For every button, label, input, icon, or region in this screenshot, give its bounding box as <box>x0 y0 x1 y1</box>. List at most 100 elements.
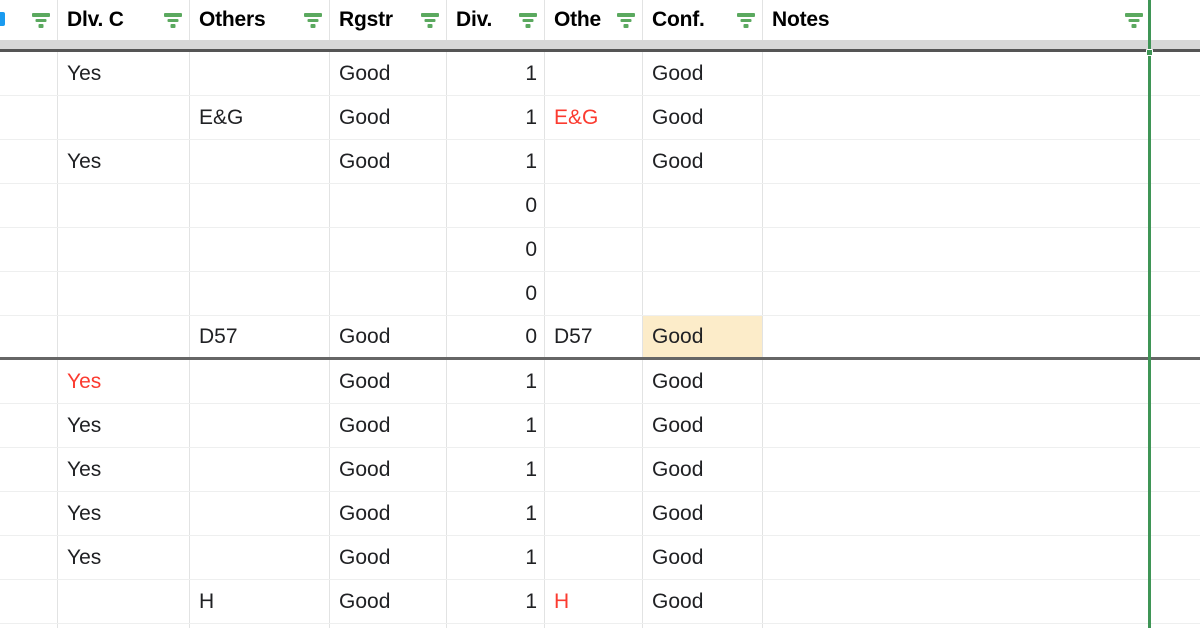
table-cell[interactable]: 1 <box>447 404 545 447</box>
table-cell[interactable] <box>190 624 330 628</box>
table-cell[interactable]: Good <box>643 536 763 579</box>
table-row[interactable]: D57 Good 0 D57 Good <box>0 316 1200 360</box>
table-cell[interactable]: 1 <box>447 492 545 535</box>
table-row[interactable]: Yes Good 1 Good <box>0 448 1200 492</box>
table-cell[interactable] <box>763 536 1151 579</box>
table-cell[interactable]: E&G <box>545 96 643 139</box>
table-cell[interactable] <box>447 624 545 628</box>
table-cell[interactable]: Good <box>643 52 763 95</box>
table-cell[interactable]: Good <box>643 140 763 183</box>
table-cell[interactable]: Good <box>330 360 447 403</box>
table-cell[interactable] <box>643 228 763 271</box>
table-cell[interactable] <box>0 404 58 447</box>
table-cell[interactable]: D57 <box>190 316 330 357</box>
table-cell[interactable] <box>763 228 1151 271</box>
filter-icon[interactable] <box>31 11 51 29</box>
table-cell[interactable] <box>545 140 643 183</box>
table-row[interactable] <box>0 624 1200 628</box>
table-cell[interactable] <box>0 492 58 535</box>
table-cell[interactable]: 0 <box>447 228 545 271</box>
table-cell[interactable]: 0 <box>447 272 545 315</box>
table-cell[interactable] <box>545 228 643 271</box>
table-cell[interactable] <box>58 184 190 227</box>
table-cell[interactable] <box>58 580 190 623</box>
table-row[interactable]: Yes Good 1 Good <box>0 492 1200 536</box>
table-cell[interactable]: Good <box>643 492 763 535</box>
column-header-dlv-c[interactable]: Dlv. C <box>58 0 190 40</box>
table-cell[interactable]: Good <box>330 140 447 183</box>
table-cell[interactable] <box>330 184 447 227</box>
table-cell[interactable]: 1 <box>447 536 545 579</box>
table-cell[interactable] <box>545 404 643 447</box>
table-cell[interactable] <box>190 184 330 227</box>
table-cell[interactable] <box>763 448 1151 491</box>
table-cell[interactable]: Yes <box>58 360 190 403</box>
table-cell[interactable]: Yes <box>58 404 190 447</box>
spreadsheet-grid[interactable]: Dlv. C Others Rgstr Div. Othe Conf. Notes Yes G… <box>0 0 1200 628</box>
table-cell[interactable]: Good <box>643 404 763 447</box>
table-cell[interactable]: 1 <box>447 96 545 139</box>
table-cell[interactable] <box>0 580 58 623</box>
table-cell[interactable]: Good <box>330 52 447 95</box>
filter-icon[interactable] <box>736 11 756 29</box>
table-cell[interactable] <box>58 316 190 357</box>
table-cell[interactable] <box>763 140 1151 183</box>
table-cell[interactable]: 1 <box>447 360 545 403</box>
table-cell[interactable]: 1 <box>447 448 545 491</box>
table-cell[interactable] <box>545 360 643 403</box>
table-cell[interactable] <box>190 448 330 491</box>
column-header-others[interactable]: Others <box>190 0 330 40</box>
table-row[interactable]: Yes Good 1 Good <box>0 536 1200 580</box>
column-header-blank[interactable] <box>0 0 58 40</box>
table-cell[interactable] <box>763 184 1151 227</box>
table-cell[interactable] <box>643 624 763 628</box>
table-cell[interactable]: Good <box>643 96 763 139</box>
table-cell[interactable] <box>58 272 190 315</box>
table-row[interactable]: Yes Good 1 Good <box>0 360 1200 404</box>
table-cell[interactable]: Good <box>330 536 447 579</box>
table-cell[interactable]: H <box>190 580 330 623</box>
table-cell[interactable] <box>545 624 643 628</box>
table-cell[interactable] <box>190 492 330 535</box>
table-cell[interactable] <box>0 360 58 403</box>
column-header-rgstr[interactable]: Rgstr <box>330 0 447 40</box>
table-cell[interactable] <box>190 360 330 403</box>
table-cell[interactable] <box>763 360 1151 403</box>
table-row[interactable]: E&G Good 1 E&G Good <box>0 96 1200 140</box>
table-cell[interactable] <box>763 404 1151 447</box>
table-row[interactable]: Yes Good 1 Good <box>0 404 1200 448</box>
table-row[interactable]: Yes Good 1 Good <box>0 52 1200 96</box>
table-cell[interactable] <box>0 228 58 271</box>
table-cell[interactable] <box>763 580 1151 623</box>
table-cell[interactable]: H <box>545 580 643 623</box>
table-cell[interactable]: Good <box>643 448 763 491</box>
filter-icon[interactable] <box>303 11 323 29</box>
table-cell[interactable]: Yes <box>58 448 190 491</box>
filter-icon[interactable] <box>163 11 183 29</box>
table-cell[interactable] <box>0 536 58 579</box>
table-row[interactable]: H Good 1 H Good <box>0 580 1200 624</box>
table-cell[interactable] <box>643 184 763 227</box>
table-cell[interactable]: 1 <box>447 52 545 95</box>
table-cell[interactable]: Good <box>643 360 763 403</box>
table-cell[interactable]: 1 <box>447 580 545 623</box>
table-cell[interactable] <box>0 316 58 357</box>
table-cell[interactable] <box>763 492 1151 535</box>
table-cell[interactable] <box>763 52 1151 95</box>
filter-icon[interactable] <box>518 11 538 29</box>
table-cell[interactable] <box>330 624 447 628</box>
table-cell[interactable]: Good <box>330 580 447 623</box>
table-cell[interactable]: 1 <box>447 140 545 183</box>
filter-icon[interactable] <box>420 11 440 29</box>
table-cell[interactable] <box>545 536 643 579</box>
table-cell[interactable] <box>190 536 330 579</box>
table-cell[interactable] <box>0 184 58 227</box>
table-cell[interactable] <box>545 448 643 491</box>
table-cell[interactable] <box>545 492 643 535</box>
table-cell[interactable] <box>190 52 330 95</box>
table-cell[interactable] <box>763 272 1151 315</box>
table-cell[interactable] <box>0 624 58 628</box>
table-cell[interactable] <box>545 272 643 315</box>
table-cell[interactable]: Yes <box>58 492 190 535</box>
filter-icon[interactable] <box>616 11 636 29</box>
